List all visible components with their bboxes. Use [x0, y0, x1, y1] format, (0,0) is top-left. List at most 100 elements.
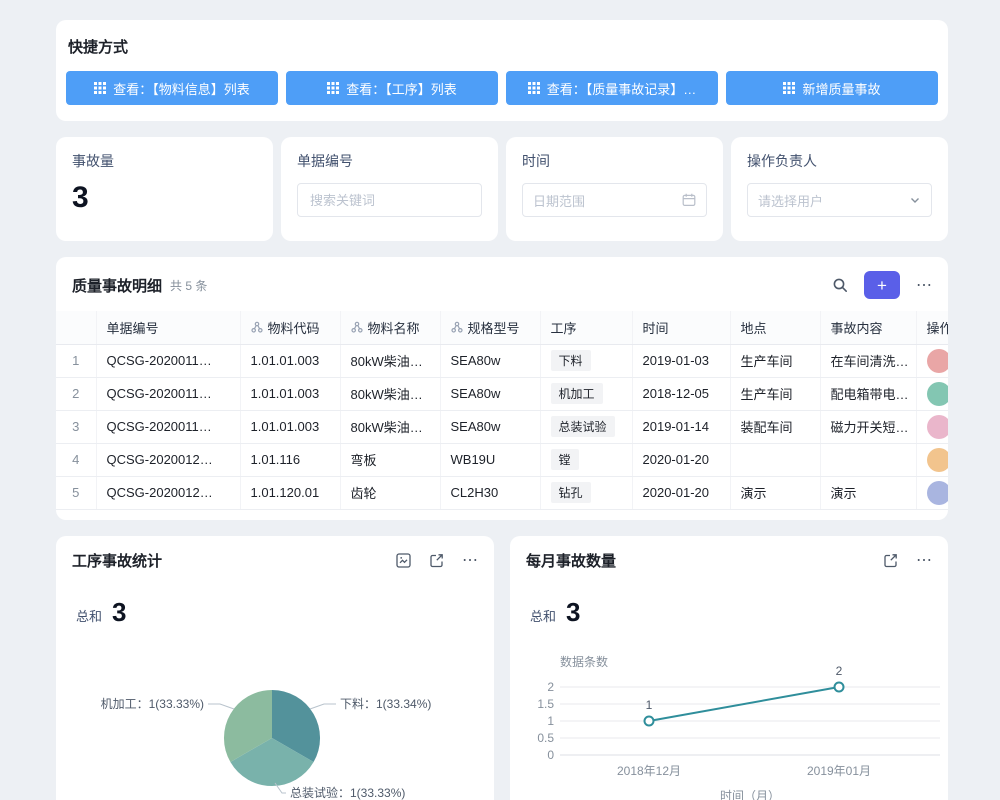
point-label: 1: [646, 698, 653, 712]
chart-card-header: 工序事故统计 ⋯: [56, 550, 494, 571]
relation-icon: [451, 321, 463, 333]
cell-time: 2018-12-05: [632, 377, 730, 410]
cell-index: 2: [56, 377, 96, 410]
filter-label: 操作负责人: [747, 151, 932, 171]
external-link-icon[interactable]: [883, 553, 898, 568]
cell-operator: [916, 410, 948, 443]
monthly-line-chart: 数据条数 2 1.5 1 0.5 0 1: [510, 628, 948, 800]
pie-label-right: 下料：1(33.34%): [340, 697, 431, 711]
cell-index: 1: [56, 344, 96, 377]
cell-code: 1.01.120.01: [240, 476, 340, 509]
charts-row: 工序事故统计 ⋯ 总和 3 机加工：1(33.33%) 下料：1(33.: [56, 536, 948, 800]
cell-process: 下料: [540, 344, 632, 377]
col-operator: 操作负责人: [916, 311, 948, 344]
more-icon[interactable]: ⋯: [916, 550, 932, 570]
process-tag: 总装试验: [551, 416, 615, 437]
table-actions: + ⋯: [832, 271, 932, 299]
y-tick: 2: [547, 680, 554, 694]
avatar: [927, 349, 949, 373]
cell-code: 1.01.116: [240, 443, 340, 476]
save-image-icon[interactable]: [396, 553, 411, 568]
table-title: 质量事故明细: [72, 275, 162, 296]
cell-time: 2020-01-20: [632, 476, 730, 509]
table-row[interactable]: 3 QCSG-2020011… 1.01.01.003 80kW柴油… SEA8…: [56, 410, 948, 443]
point-label: 2: [836, 664, 843, 678]
add-record-button[interactable]: +: [864, 271, 900, 299]
cell-spec: SEA80w: [440, 377, 540, 410]
shortcuts-title: 快捷方式: [66, 36, 938, 57]
grid-icon: [783, 82, 795, 94]
cell-operator: [916, 377, 948, 410]
col-index: [56, 311, 96, 344]
cell-index: 5: [56, 476, 96, 509]
chart-actions: ⋯: [396, 550, 478, 570]
table-row-count: 共 5 条: [170, 277, 207, 294]
total-value: 3: [112, 597, 126, 628]
more-icon[interactable]: ⋯: [916, 275, 932, 295]
shortcut-view-material-list-button[interactable]: 查看：【物料信息】列表: [66, 71, 278, 105]
y-axis-title: 数据条数: [560, 654, 608, 669]
shortcut-view-process-list-button[interactable]: 查看：【工序】列表: [286, 71, 498, 105]
chart-actions: ⋯: [883, 550, 932, 570]
filter-time: 时间 日期范围: [506, 137, 723, 241]
process-tag: 镗: [551, 449, 579, 470]
total-label: 总和: [530, 606, 556, 625]
search-icon[interactable]: [832, 277, 848, 293]
grid-icon: [528, 82, 540, 94]
process-tag: 下料: [551, 350, 591, 371]
line-total: 总和 3: [530, 597, 948, 628]
stat-value: 3: [72, 181, 257, 215]
data-point: [835, 682, 844, 691]
shortcut-add-accident-button[interactable]: 新增质量事故: [726, 71, 938, 105]
chart-title: 每月事故数量: [526, 550, 616, 571]
cell-doc: QCSG-2020012…: [96, 476, 240, 509]
cell-operator: [916, 344, 948, 377]
cell-time: 2020-01-20: [632, 443, 730, 476]
stat-card-accident-count: 事故量 3: [56, 137, 273, 241]
doc-number-input[interactable]: [308, 192, 471, 209]
relation-icon: [251, 321, 263, 333]
filter-operator: 操作负责人 请选择用户: [731, 137, 948, 241]
user-select[interactable]: 请选择用户: [747, 183, 932, 217]
date-range-picker[interactable]: 日期范围: [522, 183, 707, 217]
cell-process: 总装试验: [540, 410, 632, 443]
accident-detail-card: 质量事故明细 共 5 条 + ⋯ 单据编号 物料代码 物料名称: [56, 257, 948, 520]
user-select-placeholder: 请选择用户: [758, 191, 823, 210]
external-link-icon[interactable]: [429, 553, 444, 568]
avatar: [927, 481, 949, 505]
cell-content: 在车间清洗…: [820, 344, 916, 377]
shortcuts-card: 快捷方式 查看：【物料信息】列表 查看：【工序】列表 查看：【质量事故记录】… …: [56, 20, 948, 121]
table-row[interactable]: 2 QCSG-2020011… 1.01.01.003 80kW柴油… SEA8…: [56, 377, 948, 410]
col-process: 工序: [540, 311, 632, 344]
shortcut-label: 查看：【工序】列表: [346, 79, 457, 98]
more-icon[interactable]: ⋯: [462, 550, 478, 570]
filter-row: 事故量 3 单据编号 时间 日期范围 操作负责人 请选择用户: [56, 137, 948, 241]
y-tick: 1.5: [537, 697, 554, 711]
pie-label-bottom: 总装试验：1(33.33%): [290, 785, 405, 800]
total-value: 3: [566, 597, 580, 628]
cell-process: 钻孔: [540, 476, 632, 509]
x-tick: 2018年12月: [617, 764, 681, 778]
doc-number-input-wrap: [297, 183, 482, 217]
filter-label: 单据编号: [297, 151, 482, 171]
table-row[interactable]: 1 QCSG-2020011… 1.01.01.003 80kW柴油… SEA8…: [56, 344, 948, 377]
cell-index: 4: [56, 443, 96, 476]
calendar-icon: [682, 193, 696, 207]
shortcut-view-accident-records-button[interactable]: 查看：【质量事故记录】…: [506, 71, 718, 105]
table-row[interactable]: 5 QCSG-2020012… 1.01.120.01 齿轮 CL2H30 钻孔…: [56, 476, 948, 509]
cell-name: 80kW柴油…: [340, 344, 440, 377]
col-place: 地点: [730, 311, 820, 344]
cell-name: 80kW柴油…: [340, 410, 440, 443]
cell-doc: QCSG-2020011…: [96, 377, 240, 410]
shortcut-label: 查看：【质量事故记录】…: [547, 79, 697, 98]
col-content: 事故内容: [820, 311, 916, 344]
avatar: [927, 448, 949, 472]
table-row[interactable]: 4 QCSG-2020012… 1.01.116 弯板 WB19U 镗 2020…: [56, 443, 948, 476]
x-tick: 2019年01月: [807, 764, 871, 778]
table-card-header: 质量事故明细 共 5 条 + ⋯: [56, 271, 948, 311]
stat-label: 事故量: [72, 151, 257, 171]
cell-name: 齿轮: [340, 476, 440, 509]
cell-time: 2019-01-03: [632, 344, 730, 377]
cell-place: 生产车间: [730, 344, 820, 377]
cell-doc: QCSG-2020011…: [96, 344, 240, 377]
